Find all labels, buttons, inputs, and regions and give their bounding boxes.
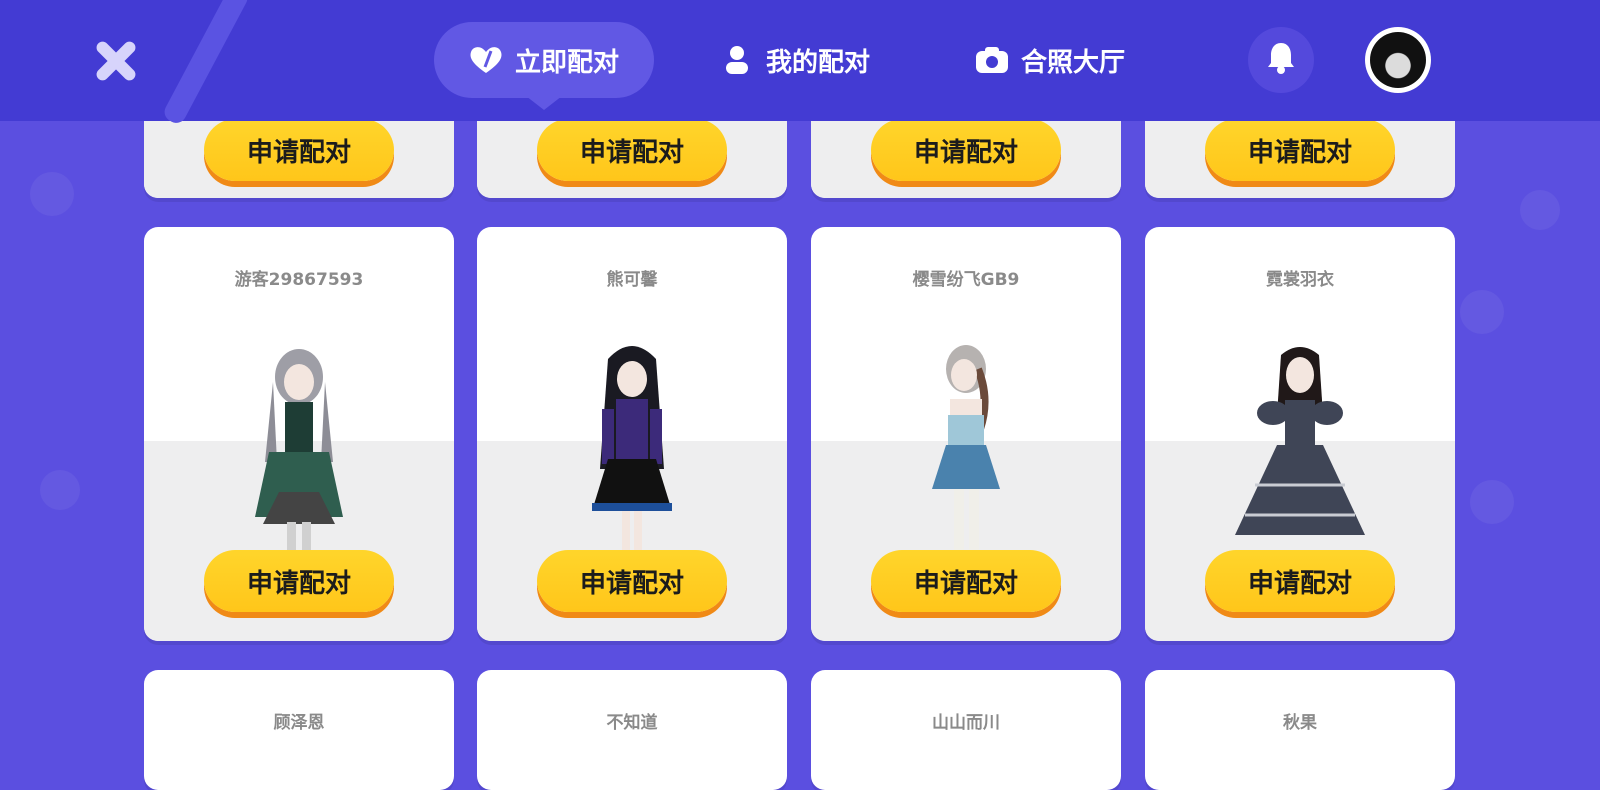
background-circle [40,470,80,510]
match-card: 顾泽恩 [144,670,454,790]
match-card: 山山而川 [811,670,1121,790]
match-card: 熊可馨 申请配对 [477,227,787,641]
tab-my-matches[interactable]: 我的配对 [720,22,870,98]
character-avatar [932,345,1000,569]
match-card: 秋果 [1145,670,1455,790]
apply-match-button[interactable]: 申请配对 [1205,550,1395,612]
bell-icon [1266,41,1296,79]
match-card: 樱雪纷飞GB9 申请配对 [811,227,1121,641]
camera-icon [975,43,1009,77]
apply-match-button[interactable]: 申请配对 [204,119,394,181]
player-name: 不知道 [606,713,658,733]
apply-match-button[interactable]: 申请配对 [871,119,1061,181]
apply-match-button[interactable]: 申请配对 [537,119,727,181]
background-circle [1520,190,1560,230]
avatar-image [1370,32,1426,88]
tab-label: 立即配对 [514,47,619,78]
tab-label: 我的配对 [766,47,871,78]
heart-icon [469,43,503,77]
player-name: 霓裳羽衣 [1266,270,1334,290]
background-circle [1470,480,1514,524]
user-avatar[interactable] [1365,27,1431,93]
person-icon [720,43,754,77]
match-card: 不知道 [477,670,787,790]
player-name: 熊可馨 [606,270,658,290]
player-name: 秋果 [1283,713,1317,733]
player-name: 游客29867593 [234,270,364,290]
apply-match-button[interactable]: 申请配对 [1205,119,1395,181]
tab-instant-match[interactable]: 立即配对 [434,22,654,110]
player-name: 顾泽恩 [273,713,325,733]
apply-match-button[interactable]: 申请配对 [204,550,394,612]
player-name: 山山而川 [932,713,1000,733]
top-navigation-bar: 立即配对 我的配对 合照大厅 [0,0,1600,127]
match-card: 霓裳羽衣 申请配对 [1145,227,1455,641]
background-circle [1460,290,1504,334]
notification-button[interactable] [1248,27,1314,93]
match-card: 游客29867593 申请配对 [144,227,454,641]
apply-match-button[interactable]: 申请配对 [871,550,1061,612]
character-avatar [1235,347,1365,535]
close-button[interactable] [92,38,138,84]
character-avatar [255,349,343,572]
background-circle [30,172,74,216]
tab-label: 合照大厅 [1021,47,1126,78]
decorative-slash [161,0,251,127]
player-name: 樱雪纷飞GB9 [912,270,1020,290]
apply-match-button[interactable]: 申请配对 [537,550,727,612]
character-avatar [592,346,672,569]
tab-photo-hall[interactable]: 合照大厅 [975,22,1125,98]
